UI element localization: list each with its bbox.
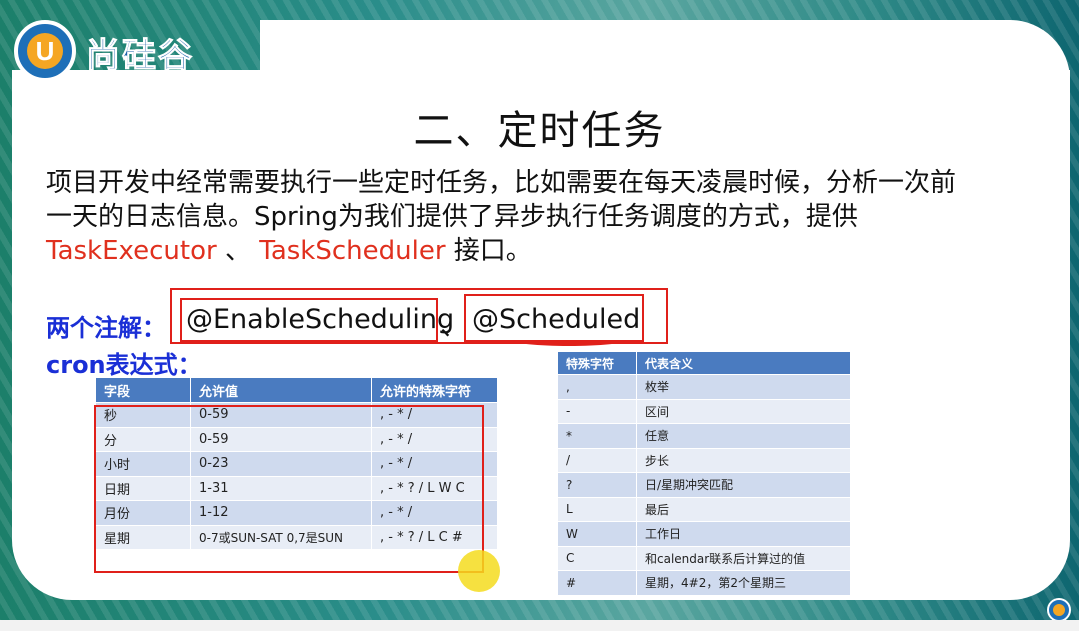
special-table-header-row: 特殊字符 代表含义: [558, 352, 851, 374]
special-header-meaning: 代表含义: [637, 352, 851, 374]
slide-title: 二、定时任务: [413, 108, 666, 154]
cron-table-header-row: 字段 允许值 允许的特殊字符: [96, 378, 498, 402]
table-row: / 步长: [558, 447, 851, 472]
special-cell-meaning: 日/星期冲突匹配: [637, 472, 851, 497]
cron-rows-highlight: [94, 405, 484, 573]
logo-url: www.atguigu.com: [102, 70, 213, 85]
cron-header-field: 字段: [96, 378, 191, 402]
cursor-highlight: [458, 550, 500, 592]
logo-badge-icon: U: [14, 20, 76, 82]
special-cell-char: W: [558, 521, 637, 546]
special-header-char: 特殊字符: [558, 352, 637, 374]
special-cell-meaning: 任意: [637, 423, 851, 448]
scheduled-underline: [512, 334, 626, 346]
annotations-label: 两个注解：: [46, 314, 166, 342]
paragraph-line-3: TaskExecutor 、 TaskScheduler 接口。: [46, 234, 1026, 268]
special-cell-char: /: [558, 447, 637, 472]
special-cell-meaning: 步长: [637, 447, 851, 472]
special-cell-meaning: 最后: [637, 496, 851, 521]
annotation-enable-scheduling: @EnableScheduling: [186, 304, 455, 335]
slide-canvas-top: [260, 20, 1070, 80]
special-cell-char: C: [558, 545, 637, 570]
special-chars-table: 特殊字符 代表含义 , 枚举 - 区间 * 任意 / 步长 ? 日/星期冲突匹配 L 最后 …: [558, 352, 851, 595]
special-cell-meaning: 区间: [637, 398, 851, 423]
special-cell-char: *: [558, 423, 637, 448]
table-row: L 最后: [558, 496, 851, 521]
table-row: - 区间: [558, 398, 851, 423]
special-cell-char: L: [558, 496, 637, 521]
corner-logo-dot: [1053, 604, 1065, 616]
separator-mark: 、: [216, 236, 251, 266]
table-row: W 工作日: [558, 521, 851, 546]
special-cell-meaning: 星期，4#2，第2个星期三: [637, 570, 851, 595]
cron-header-special: 允许的特殊字符: [372, 378, 498, 402]
footer-bar: [0, 620, 1079, 631]
special-cell-meaning: 工作日: [637, 521, 851, 546]
annotation-scheduled: @Scheduled: [472, 304, 641, 335]
paragraph-line-2: 一天的日志信息。Spring为我们提供了异步执行任务调度的方式，提供: [46, 202, 858, 232]
table-row: # 星期，4#2，第2个星期三: [558, 570, 851, 595]
special-cell-char: ?: [558, 472, 637, 497]
interface-suffix: 接口。: [445, 236, 532, 266]
paragraph-line-1: 项目开发中经常需要执行一些定时任务，比如需要在每天凌晨时候，分析一次前: [46, 168, 957, 198]
intro-paragraph: 项目开发中经常需要执行一些定时任务，比如需要在每天凌晨时候，分析一次前 一天的日…: [46, 166, 1026, 268]
task-scheduler-term: TaskScheduler: [259, 236, 446, 266]
special-cell-char: ,: [558, 374, 637, 399]
brand-logo: U 尚硅谷 www.atguigu.com: [8, 12, 270, 85]
special-cell-meaning: 和calendar联系后计算过的值: [637, 545, 851, 570]
table-row: C 和calendar联系后计算过的值: [558, 545, 851, 570]
table-row: ? 日/星期冲突匹配: [558, 472, 851, 497]
cron-label: cron表达式：: [46, 351, 202, 379]
task-executor-term: TaskExecutor: [46, 236, 217, 266]
special-cell-char: #: [558, 570, 637, 595]
special-cell-char: -: [558, 398, 637, 423]
special-cell-meaning: 枚举: [637, 374, 851, 399]
corner-logo-icon: [1047, 598, 1071, 622]
table-row: , 枚举: [558, 374, 851, 399]
cron-header-allowed: 允许值: [191, 378, 372, 402]
table-row: * 任意: [558, 423, 851, 448]
annotation-separator: 、: [440, 311, 467, 342]
logo-badge-letter: U: [27, 33, 63, 69]
